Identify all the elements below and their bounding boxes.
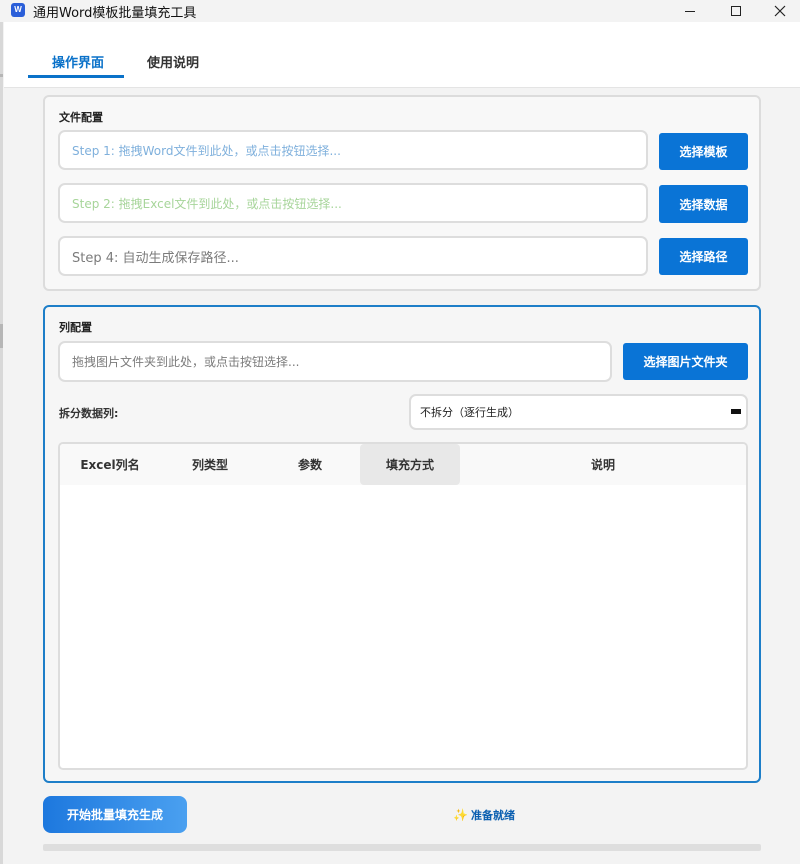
column-config-panel: 列配置 拖拽图片文件夹到此处，或点击按钮选择... 选择图片文件夹 拆分数据列:… [43, 305, 761, 783]
column-table[interactable]: Excel列名 列类型 参数 填充方式 说明 [58, 442, 748, 770]
active-tab-indicator [28, 75, 124, 78]
file-config-title: 文件配置 [59, 111, 103, 124]
sparkle-icon: ✨ [453, 808, 468, 822]
minimize-button[interactable] [667, 0, 713, 22]
minimize-icon [685, 10, 695, 12]
title-bar: W 通用Word模板批量填充工具 [0, 0, 800, 22]
word-app-icon: W [11, 3, 25, 17]
tab-bar: 操作界面 使用说明 [4, 22, 800, 88]
output-path-field[interactable]: Step 4: 自动生成保存路径... [58, 236, 648, 276]
column-header-fill-mode[interactable]: 填充方式 [360, 444, 460, 485]
close-icon [774, 5, 786, 17]
select-data-button[interactable]: 选择数据 [659, 185, 748, 223]
window-title: 通用Word模板批量填充工具 [33, 6, 197, 21]
column-header-type[interactable]: 列类型 [160, 444, 260, 485]
edge-mark [0, 74, 3, 77]
edge-mark [0, 324, 3, 348]
split-column-value: 不拆分（逐行生成） [420, 406, 519, 419]
window-edge [0, 22, 3, 864]
status-text: 准备就绪 [470, 809, 515, 822]
maximize-button[interactable] [713, 0, 759, 22]
progress-bar [43, 844, 761, 851]
tab-operations[interactable]: 操作界面 [52, 52, 104, 71]
dropdown-arrow-icon [731, 409, 741, 414]
table-header: Excel列名 列类型 参数 填充方式 说明 [60, 444, 746, 485]
column-header-excel-name[interactable]: Excel列名 [60, 444, 160, 485]
data-drop-field[interactable]: Step 2: 拖拽Excel文件到此处，或点击按钮选择... [58, 183, 648, 223]
select-template-button[interactable]: 选择模板 [659, 133, 748, 170]
tab-help[interactable]: 使用说明 [147, 52, 199, 71]
start-batch-button[interactable]: 开始批量填充生成 [43, 796, 187, 833]
close-button[interactable] [757, 0, 800, 22]
maximize-icon [731, 6, 741, 16]
status-indicator: ✨ 准备就绪 [453, 807, 515, 823]
image-folder-drop-field[interactable]: 拖拽图片文件夹到此处，或点击按钮选择... [58, 341, 612, 382]
template-drop-field[interactable]: Step 1: 拖拽Word文件到此处，或点击按钮选择... [58, 130, 648, 170]
split-column-select[interactable]: 不拆分（逐行生成） [409, 394, 748, 430]
select-path-button[interactable]: 选择路径 [659, 238, 748, 275]
file-config-panel: 文件配置 Step 1: 拖拽Word文件到此处，或点击按钮选择... 选择模板… [43, 95, 761, 291]
select-image-folder-button[interactable]: 选择图片文件夹 [623, 343, 748, 380]
column-config-title: 列配置 [59, 321, 92, 334]
column-header-description[interactable]: 说明 [460, 444, 746, 485]
split-column-label: 拆分数据列: [59, 407, 119, 420]
column-header-params[interactable]: 参数 [260, 444, 360, 485]
